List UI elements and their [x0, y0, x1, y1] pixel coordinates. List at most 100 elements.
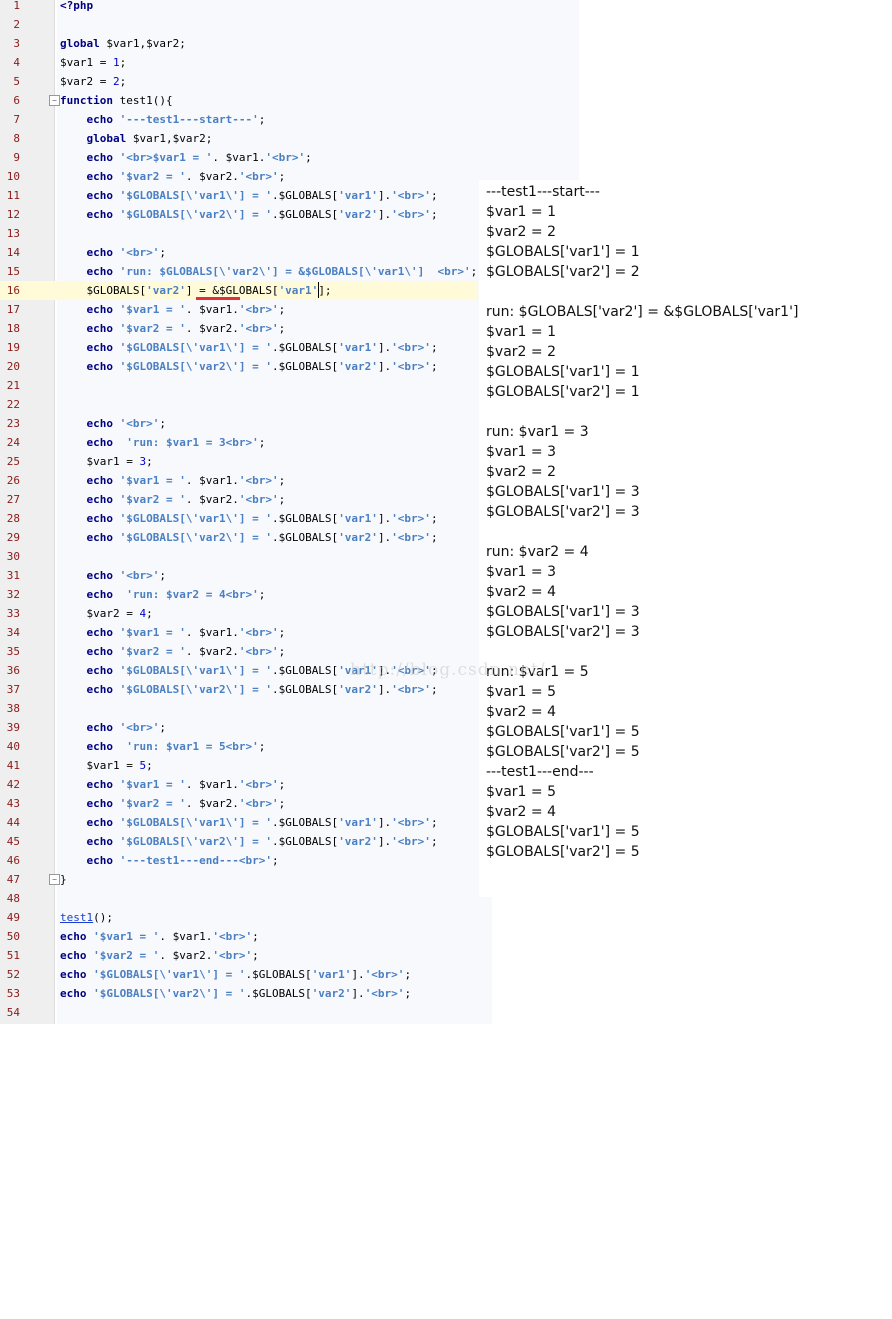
- code-line[interactable]: 24 echo 'run: $var1 = 3<br>';: [0, 433, 480, 452]
- code-line[interactable]: 51 echo '$var2 = '. $var2.'<br>';: [0, 946, 480, 965]
- code-text[interactable]: echo 'run: $var2 = 4<br>';: [60, 585, 266, 604]
- code-text[interactable]: echo '$var1 = '. $var1.'<br>';: [60, 927, 259, 946]
- code-line[interactable]: 1 <?php: [0, 0, 480, 15]
- code-text[interactable]: echo '$GLOBALS[\'var2\'] = '.$GLOBALS['v…: [60, 528, 438, 547]
- code-text[interactable]: echo '$var1 = '. $var1.'<br>';: [60, 775, 286, 794]
- code-text[interactable]: echo '$var1 = '. $var1.'<br>';: [60, 623, 286, 642]
- code-line[interactable]: 12 echo '$GLOBALS[\'var2\'] = '.$GLOBALS…: [0, 205, 480, 224]
- code-text[interactable]: $var2 = 2;: [60, 72, 126, 91]
- code-text[interactable]: echo '<br>';: [60, 566, 167, 585]
- code-line[interactable]: 25 $var1 = 3;: [0, 452, 480, 471]
- code-text[interactable]: echo '$GLOBALS[\'var2\'] = '.$GLOBALS['v…: [60, 357, 438, 376]
- line-number: 23: [6, 417, 20, 430]
- code-line[interactable]: 43 echo '$var2 = '. $var2.'<br>';: [0, 794, 480, 813]
- code-line[interactable]: 31 echo '<br>';: [0, 566, 480, 585]
- code-line[interactable]: 9 echo '<br>$var1 = '. $var1.'<br>';: [0, 148, 480, 167]
- code-line[interactable]: 17 echo '$var1 = '. $var1.'<br>';: [0, 300, 480, 319]
- code-text[interactable]: echo '<br>';: [60, 718, 167, 737]
- code-text[interactable]: echo 'run: $GLOBALS[\'var2\'] = &$GLOBAL…: [60, 262, 478, 281]
- code-line[interactable]: 23 echo '<br>';: [0, 414, 480, 433]
- code-line[interactable]: 18 echo '$var2 = '. $var2.'<br>';: [0, 319, 480, 338]
- code-text[interactable]: echo '---test1---start---';: [60, 110, 266, 129]
- code-line[interactable]: 50 echo '$var1 = '. $var1.'<br>';: [0, 927, 480, 946]
- code-line[interactable]: 44 echo '$GLOBALS[\'var1\'] = '.$GLOBALS…: [0, 813, 480, 832]
- code-line[interactable]: 7 echo '---test1---start---';: [0, 110, 480, 129]
- code-line[interactable]: 5 $var2 = 2;: [0, 72, 480, 91]
- code-text[interactable]: echo '$GLOBALS[\'var1\'] = '.$GLOBALS['v…: [60, 509, 438, 528]
- code-text[interactable]: echo '$var1 = '. $var1.'<br>';: [60, 300, 286, 319]
- code-text[interactable]: echo '$GLOBALS[\'var2\'] = '.$GLOBALS['v…: [60, 680, 438, 699]
- code-line[interactable]: 53 echo '$GLOBALS[\'var2\'] = '.$GLOBALS[…: [0, 984, 480, 1003]
- code-text[interactable]: echo '---test1---end---<br>';: [60, 851, 279, 870]
- code-line[interactable]: 30: [0, 547, 480, 566]
- code-text[interactable]: echo '$GLOBALS[\'var2\'] = '.$GLOBALS['v…: [60, 205, 438, 224]
- code-text[interactable]: echo '<br>$var1 = '. $var1.'<br>';: [60, 148, 312, 167]
- code-text[interactable]: global $var1,$var2;: [60, 129, 213, 148]
- code-line[interactable]: 33 $var2 = 4;: [0, 604, 480, 623]
- code-line[interactable]: 26 echo '$var1 = '. $var1.'<br>';: [0, 471, 480, 490]
- code-line[interactable]: 29 echo '$GLOBALS[\'var2\'] = '.$GLOBALS…: [0, 528, 480, 547]
- code-line[interactable]: 27 echo '$var2 = '. $var2.'<br>';: [0, 490, 480, 509]
- code-line[interactable]: 8 global $var1,$var2;: [0, 129, 480, 148]
- code-line[interactable]: 49 test1();: [0, 908, 480, 927]
- code-text[interactable]: echo '$var2 = '. $var2.'<br>';: [60, 794, 286, 813]
- code-line[interactable]: 3 global $var1,$var2;: [0, 34, 480, 53]
- code-text[interactable]: echo '$var1 = '. $var1.'<br>';: [60, 471, 286, 490]
- code-text[interactable]: echo '$var2 = '. $var2.'<br>';: [60, 490, 286, 509]
- code-text[interactable]: test1();: [60, 908, 113, 927]
- code-text[interactable]: $var1 = 3;: [60, 452, 152, 471]
- code-line[interactable]: 37 echo '$GLOBALS[\'var2\'] = '.$GLOBALS…: [0, 680, 480, 699]
- code-line[interactable]: 19 echo '$GLOBALS[\'var1\'] = '.$GLOBALS…: [0, 338, 480, 357]
- code-line[interactable]: 42 echo '$var1 = '. $var1.'<br>';: [0, 775, 480, 794]
- code-text[interactable]: $var2 = 4;: [60, 604, 152, 623]
- code-line[interactable]: 47} −: [0, 870, 480, 889]
- code-text[interactable]: echo '$var2 = '. $var2.'<br>';: [60, 642, 286, 661]
- fold-toggle-icon[interactable]: −: [49, 95, 60, 106]
- code-line[interactable]: 2: [0, 15, 480, 34]
- code-text[interactable]: echo '$GLOBALS[\'var1\'] = '.$GLOBALS['v…: [60, 186, 438, 205]
- code-text[interactable]: echo '$GLOBALS[\'var1\'] = '.$GLOBALS['v…: [60, 965, 411, 984]
- code-line[interactable]: 13: [0, 224, 480, 243]
- code-line[interactable]: 6 function test1(){−: [0, 91, 480, 110]
- code-line[interactable]: 28 echo '$GLOBALS[\'var1\'] = '.$GLOBALS…: [0, 509, 480, 528]
- code-line[interactable]: 45 echo '$GLOBALS[\'var2\'] = '.$GLOBALS…: [0, 832, 480, 851]
- code-line[interactable]: 20 echo '$GLOBALS[\'var2\'] = '.$GLOBALS…: [0, 357, 480, 376]
- code-text[interactable]: echo '<br>';: [60, 414, 167, 433]
- code-line[interactable]: 38: [0, 699, 480, 718]
- code-text[interactable]: echo 'run: $var1 = 5<br>';: [60, 737, 266, 756]
- code-line[interactable]: 40 echo 'run: $var1 = 5<br>';: [0, 737, 480, 756]
- code-text[interactable]: echo '$var2 = '. $var2.'<br>';: [60, 167, 286, 186]
- code-line[interactable]: 48: [0, 889, 480, 908]
- code-line[interactable]: 10 echo '$var2 = '. $var2.'<br>';: [0, 167, 480, 186]
- code-line[interactable]: 41 $var1 = 5;: [0, 756, 480, 775]
- code-text[interactable]: echo '$GLOBALS[\'var1\'] = '.$GLOBALS['v…: [60, 813, 438, 832]
- code-text[interactable]: global $var1,$var2;: [60, 34, 186, 53]
- code-line[interactable]: 22: [0, 395, 480, 414]
- code-line[interactable]: 15 echo 'run: $GLOBALS[\'var2\'] = &$GLO…: [0, 262, 480, 281]
- code-line[interactable]: 4 $var1 = 1;: [0, 53, 480, 72]
- code-text[interactable]: $var1 = 1;: [60, 53, 126, 72]
- code-line[interactable]: 32 echo 'run: $var2 = 4<br>';: [0, 585, 480, 604]
- code-text[interactable]: echo '$var2 = '. $var2.'<br>';: [60, 319, 286, 338]
- code-text[interactable]: echo '$var2 = '. $var2.'<br>';: [60, 946, 259, 965]
- code-line[interactable]: 21: [0, 376, 480, 395]
- code-line[interactable]: 54: [0, 1003, 480, 1022]
- code-text[interactable]: <?php: [60, 0, 93, 15]
- code-text[interactable]: echo '$GLOBALS[\'var2\'] = '.$GLOBALS['v…: [60, 832, 438, 851]
- code-text[interactable]: function test1(){: [60, 91, 173, 110]
- fold-toggle-icon[interactable]: −: [49, 874, 60, 885]
- code-line[interactable]: 39 echo '<br>';: [0, 718, 480, 737]
- code-text[interactable]: $var1 = 5;: [60, 756, 152, 775]
- code-text[interactable]: echo '<br>';: [60, 243, 167, 262]
- code-line[interactable]: 34 echo '$var1 = '. $var1.'<br>';: [0, 623, 480, 642]
- code-text[interactable]: echo '$GLOBALS[\'var2\'] = '.$GLOBALS['v…: [60, 984, 411, 1003]
- code-text[interactable]: echo 'run: $var1 = 3<br>';: [60, 433, 266, 452]
- code-text[interactable]: }: [60, 870, 67, 889]
- code-editor[interactable]: 1 <?php 2 3 global $var1,$var2; 4 $var1 = 1; 5 $…: [0, 0, 579, 1024]
- code-line[interactable]: 46 echo '---test1---end---<br>';: [0, 851, 480, 870]
- code-line[interactable]: 52 echo '$GLOBALS[\'var1\'] = '.$GLOBALS[…: [0, 965, 480, 984]
- code-text[interactable]: echo '$GLOBALS[\'var1\'] = '.$GLOBALS['v…: [60, 338, 438, 357]
- code-line[interactable]: 35 echo '$var2 = '. $var2.'<br>';: [0, 642, 480, 661]
- code-line[interactable]: 11 echo '$GLOBALS[\'var1\'] = '.$GLOBALS…: [0, 186, 480, 205]
- code-line[interactable]: 14 echo '<br>';: [0, 243, 480, 262]
